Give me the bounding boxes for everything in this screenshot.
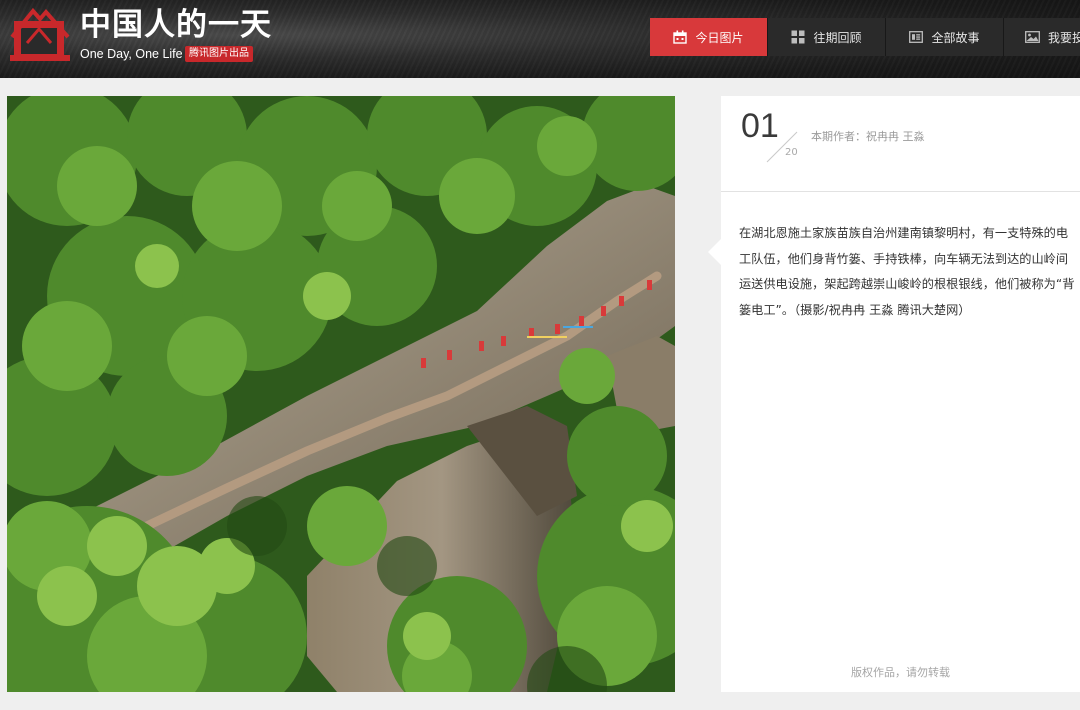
nav-past-review[interactable]: 往期回顾: [768, 18, 886, 56]
site-title: 中国人的一天: [80, 7, 272, 43]
story-description: 在湖北恩施土家族苗族自治州建南镇黎明村，有一支特殊的电工队伍，他们身背竹篓、手持…: [739, 226, 1075, 317]
nav-label: 我要投: [1048, 30, 1080, 45]
nav-all-stories[interactable]: 全部故事: [886, 18, 1004, 56]
nav-label: 往期回顾: [813, 30, 862, 45]
list-icon: [909, 31, 924, 43]
nav-today-pictures[interactable]: 今日图片: [650, 18, 768, 56]
author-line: 本期作者：祝冉冉 王淼: [811, 130, 925, 143]
photo-image: [7, 96, 675, 692]
panel-pointer: [708, 239, 721, 265]
image-icon: [1025, 31, 1040, 43]
story-panel: 01 20 本期作者：祝冉冉 王淼 在湖北恩施土家族苗族自治州建南镇黎明村，有一…: [708, 96, 1080, 692]
nav-label: 今日图片: [695, 30, 744, 45]
logo-icon[interactable]: [10, 7, 72, 67]
nav-label: 全部故事: [931, 30, 980, 45]
grid-icon: [791, 30, 805, 44]
main-nav: 今日图片 往期回顾 全部故事 我要投: [650, 18, 1080, 56]
main-photo[interactable]: [7, 96, 675, 692]
page-total: 20: [785, 147, 798, 158]
calendar-icon: [673, 30, 688, 44]
panel-divider: [721, 191, 1080, 192]
producer-badge: 腾讯图片出品: [185, 46, 253, 62]
site-header: 中国人的一天 One Day, One Life 腾讯图片出品 今日图片 往期回…: [0, 0, 1080, 78]
copyright-notice: 版权作品，请勿转载: [851, 666, 950, 679]
site-subtitle: One Day, One Life: [80, 47, 183, 61]
nav-submit[interactable]: 我要投: [1004, 18, 1080, 56]
